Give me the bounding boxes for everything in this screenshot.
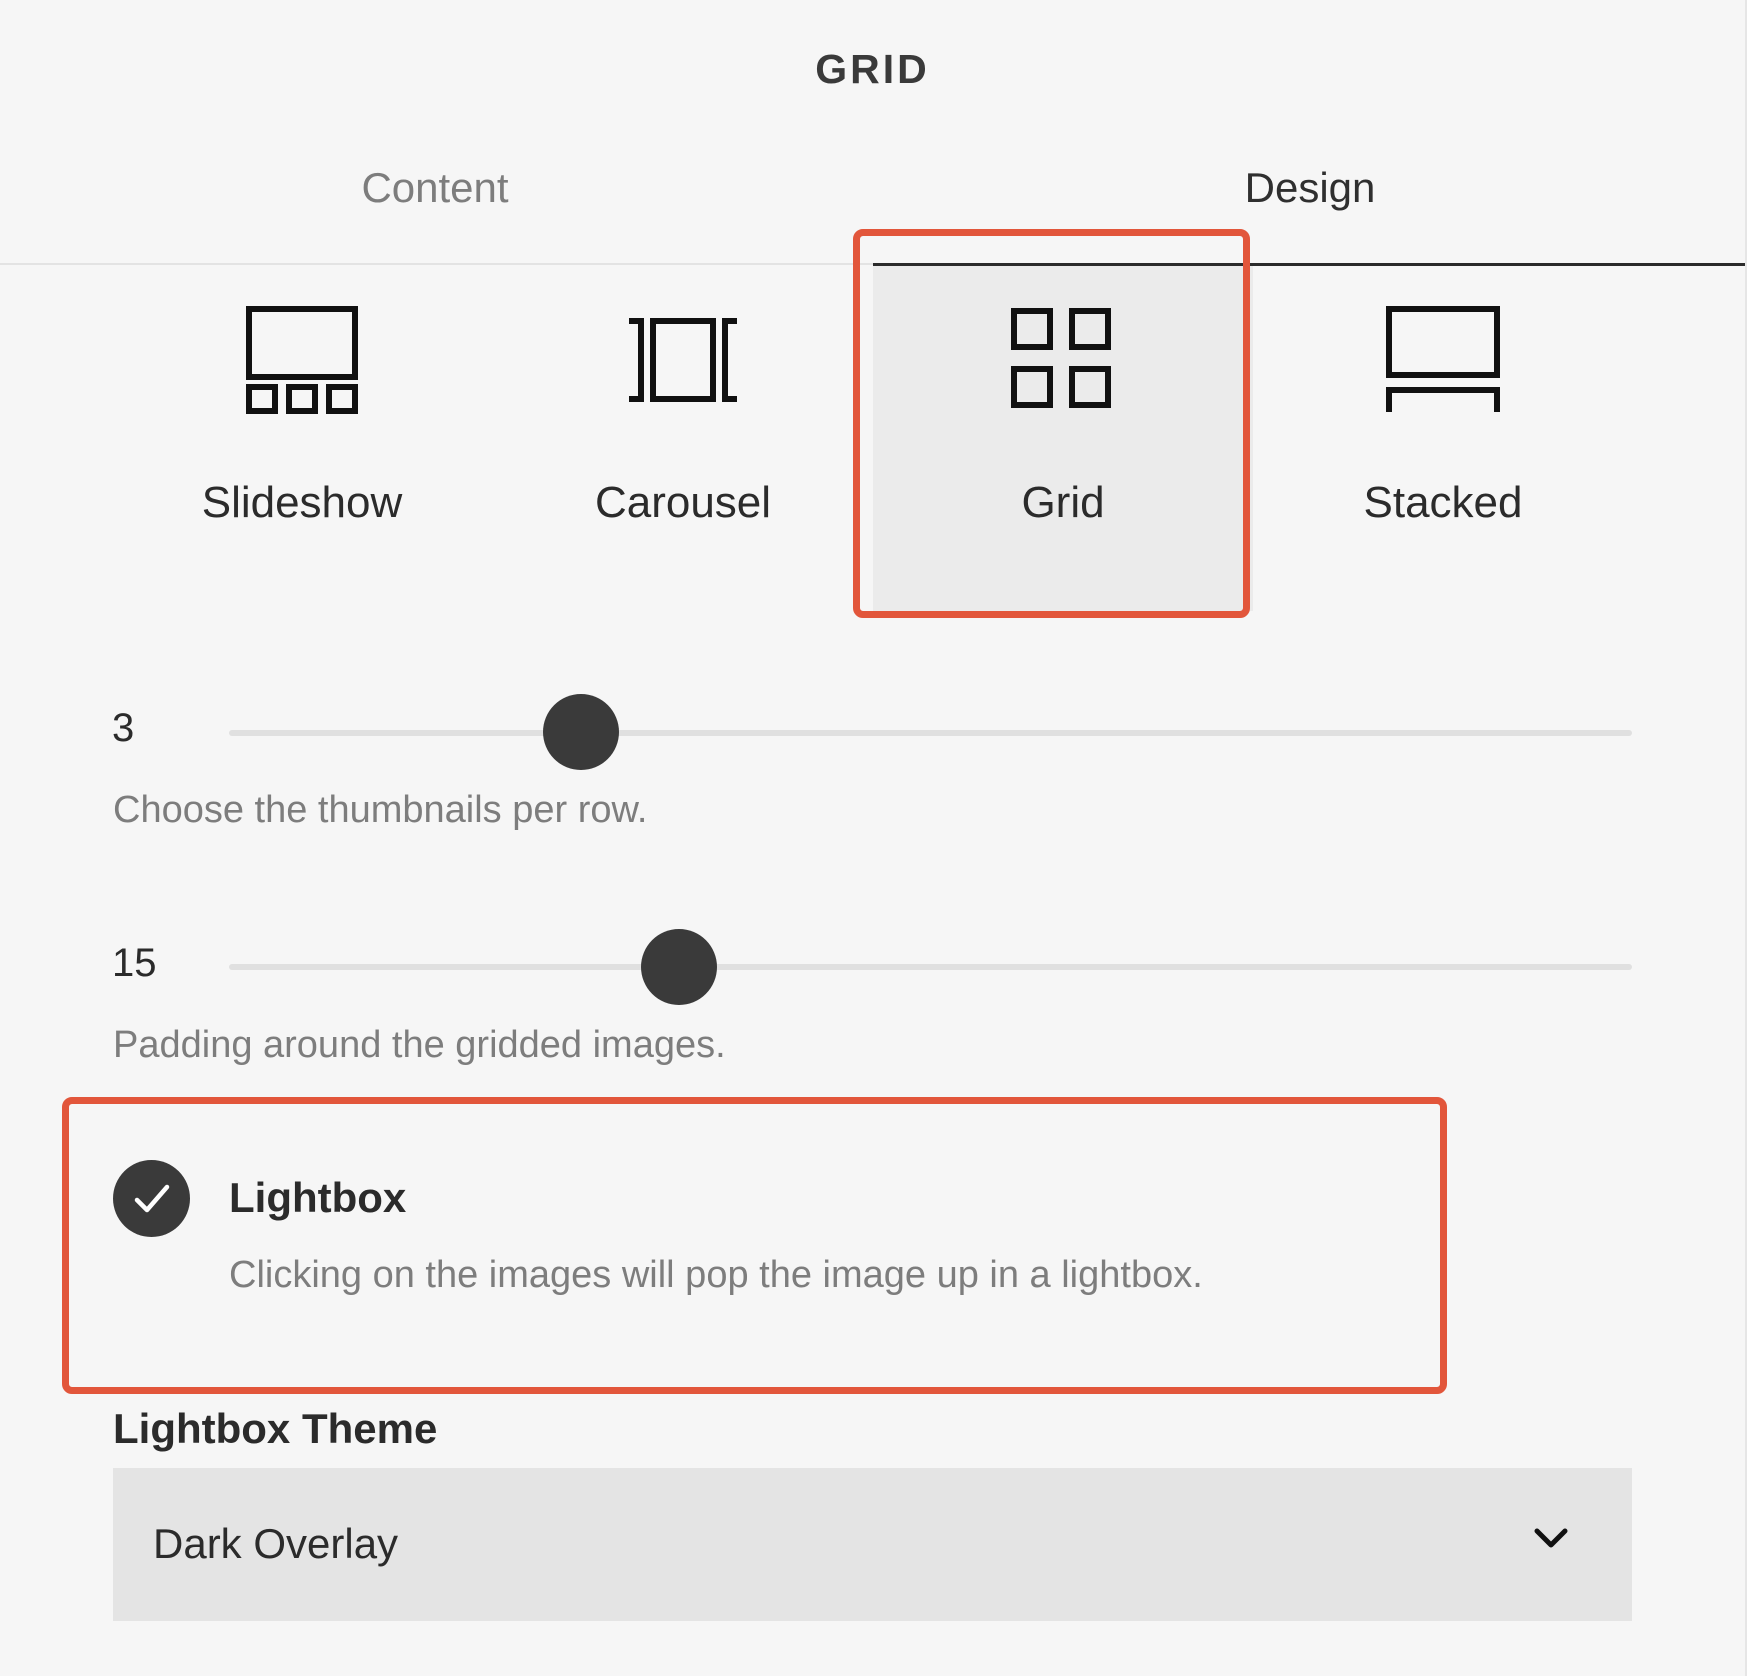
tab-content[interactable]: Content (185, 164, 685, 212)
thumbnails-per-row-help: Choose the thumbnails per row. (113, 789, 648, 831)
panel-title: GRID (815, 46, 930, 92)
layout-option-slideshow[interactable]: Slideshow (112, 266, 492, 611)
lightbox-title: Lightbox (229, 1174, 407, 1221)
padding-value: 15 (112, 941, 157, 985)
tab-design[interactable]: Design (1060, 164, 1560, 212)
layout-label-carousel: Carousel (594, 478, 772, 527)
thumbnails-per-row-slider-thumb[interactable] (543, 694, 619, 770)
lightbox-theme-select[interactable]: Dark Overlay (113, 1468, 1632, 1621)
padding-slider-track[interactable] (229, 964, 1632, 970)
lightbox-description: Clicking on the images will pop the imag… (229, 1254, 1203, 1296)
layout-option-grid[interactable]: Grid (873, 266, 1253, 611)
lightbox-theme-label: Lightbox Theme (113, 1405, 438, 1452)
chevron-down-icon (1533, 1526, 1569, 1555)
layout-label-slideshow: Slideshow (201, 478, 403, 527)
stacked-icon (1253, 306, 1633, 426)
grid-icon (873, 306, 1253, 426)
layout-option-stacked[interactable]: Stacked (1253, 266, 1633, 611)
thumbnails-per-row-slider-track[interactable] (229, 730, 1632, 736)
lightbox-theme-selected-value: Dark Overlay (153, 1520, 399, 1567)
highlight-lightbox-setting (62, 1097, 1447, 1394)
panel-edge (1745, 0, 1758, 1676)
padding-slider-thumb[interactable] (641, 929, 717, 1005)
checkmark-icon (134, 1184, 169, 1212)
thumbnails-per-row-value: 3 (112, 706, 135, 750)
slideshow-icon (112, 306, 492, 426)
layout-label-stacked: Stacked (1363, 478, 1523, 527)
carousel-icon (493, 306, 873, 426)
layout-label-grid: Grid (1021, 478, 1105, 527)
layout-option-carousel[interactable]: Carousel (493, 266, 873, 611)
padding-help: Padding around the gridded images. (113, 1024, 726, 1066)
lightbox-checkbox[interactable] (113, 1160, 190, 1237)
